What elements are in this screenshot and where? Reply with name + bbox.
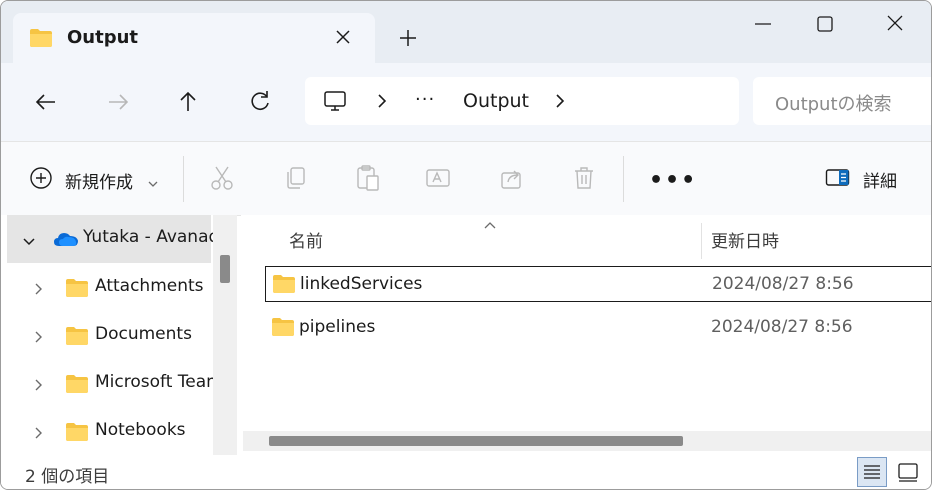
chevron-right-icon[interactable]: [33, 377, 45, 396]
share-icon[interactable]: [499, 164, 525, 192]
command-bar: 新規作成 ••• 詳細: [1, 141, 931, 216]
onedrive-cloud-icon: [53, 231, 79, 251]
folder-icon: [65, 326, 89, 350]
cut-icon[interactable]: [209, 164, 235, 192]
sidebar-item-label: Documents: [95, 324, 192, 344]
sidebar-scrollbar-thumb[interactable]: [220, 255, 230, 283]
folder-icon: [271, 317, 295, 341]
back-arrow-icon[interactable]: [31, 87, 61, 117]
folder-icon: [272, 274, 296, 298]
column-header-name[interactable]: 名前: [289, 227, 323, 252]
delete-icon[interactable]: [571, 164, 597, 192]
folder-icon: [29, 28, 53, 52]
search-input[interactable]: Outputの検索: [753, 77, 931, 125]
details-view-icon[interactable]: [857, 457, 887, 487]
chevron-down-icon[interactable]: [21, 233, 37, 252]
sidebar-item-attachments[interactable]: Attachments: [1, 264, 213, 312]
chevron-right-icon[interactable]: [33, 425, 45, 444]
sidebar-item-label: Notebooks: [95, 420, 186, 440]
file-explorer-window: Output ··· Output Outputの検索 新規作成 ••• 詳細 …: [0, 0, 932, 490]
close-tab-icon[interactable]: [331, 25, 355, 49]
copy-icon[interactable]: [283, 164, 309, 192]
chevron-right-icon[interactable]: [33, 281, 45, 300]
sort-ascending-icon: [483, 215, 497, 234]
chevron-right-icon[interactable]: [33, 329, 45, 348]
sidebar-item-label: Microsoft Team: [95, 372, 223, 392]
chevron-right-icon[interactable]: [375, 91, 389, 115]
column-divider[interactable]: [701, 223, 702, 259]
file-list: 名前 更新日時 linkedServices 2024/08/27 8:56 p…: [241, 215, 931, 455]
close-window-icon[interactable]: [877, 11, 913, 37]
navigation-pane: Yutaka - Avanad Attachments Documents Mi…: [1, 215, 237, 455]
file-name: linkedServices: [300, 274, 423, 294]
new-plus-icon[interactable]: [29, 166, 53, 194]
maximize-icon[interactable]: [807, 11, 843, 37]
sidebar-item-onedrive[interactable]: Yutaka - Avanad: [1, 215, 219, 263]
details-pane-icon[interactable]: [825, 168, 851, 192]
toolbar-divider: [623, 156, 624, 202]
title-bar: Output: [1, 1, 931, 63]
navigation-bar: ··· Output Outputの検索: [1, 63, 931, 141]
status-bar: 2 個の項目: [1, 455, 931, 489]
file-date: 2024/08/27 8:56: [711, 317, 853, 337]
toolbar-divider: [183, 156, 184, 202]
details-button[interactable]: 詳細: [863, 167, 897, 192]
sidebar-item-documents[interactable]: Documents: [1, 312, 213, 360]
more-options-icon[interactable]: •••: [649, 168, 697, 193]
item-count: 2 個の項目: [25, 467, 110, 487]
file-name: pipelines: [299, 317, 376, 337]
breadcrumb-output[interactable]: Output: [463, 90, 529, 112]
address-bar[interactable]: ··· Output: [305, 77, 739, 125]
sidebar-item-microsoft-teams[interactable]: Microsoft Team: [1, 360, 223, 408]
tab-title: Output: [67, 27, 139, 48]
paste-icon[interactable]: [355, 164, 381, 192]
new-button[interactable]: 新規作成: [65, 168, 133, 193]
file-date: 2024/08/27 8:56: [712, 274, 854, 294]
folder-icon: [65, 374, 89, 398]
refresh-icon[interactable]: [245, 87, 275, 117]
large-icons-view-icon[interactable]: [895, 459, 921, 485]
minimize-icon[interactable]: [745, 11, 781, 37]
file-row[interactable]: pipelines 2024/08/27 8:56: [265, 310, 931, 344]
chevron-right-icon[interactable]: [553, 91, 567, 115]
sidebar-item-notebooks[interactable]: Notebooks: [1, 408, 213, 455]
tab-output[interactable]: Output: [13, 13, 375, 63]
folder-icon: [65, 422, 89, 446]
new-tab-icon[interactable]: [395, 25, 421, 51]
forward-arrow-icon[interactable]: [103, 87, 133, 117]
chevron-down-icon[interactable]: [147, 174, 159, 193]
search-placeholder: Outputの検索: [775, 94, 892, 115]
sidebar-item-label: Yutaka - Avanad: [83, 227, 220, 247]
folder-icon: [65, 278, 89, 302]
column-header-date[interactable]: 更新日時: [711, 227, 779, 252]
sidebar-scrollbar[interactable]: [213, 215, 237, 455]
file-row[interactable]: linkedServices 2024/08/27 8:56: [265, 266, 931, 302]
up-arrow-icon[interactable]: [173, 87, 203, 117]
breadcrumb-overflow[interactable]: ···: [415, 89, 435, 110]
horizontal-scrollbar-thumb[interactable]: [269, 436, 683, 446]
this-pc-icon[interactable]: [323, 89, 347, 117]
rename-icon[interactable]: [425, 164, 451, 192]
sidebar-item-label: Attachments: [95, 276, 204, 296]
